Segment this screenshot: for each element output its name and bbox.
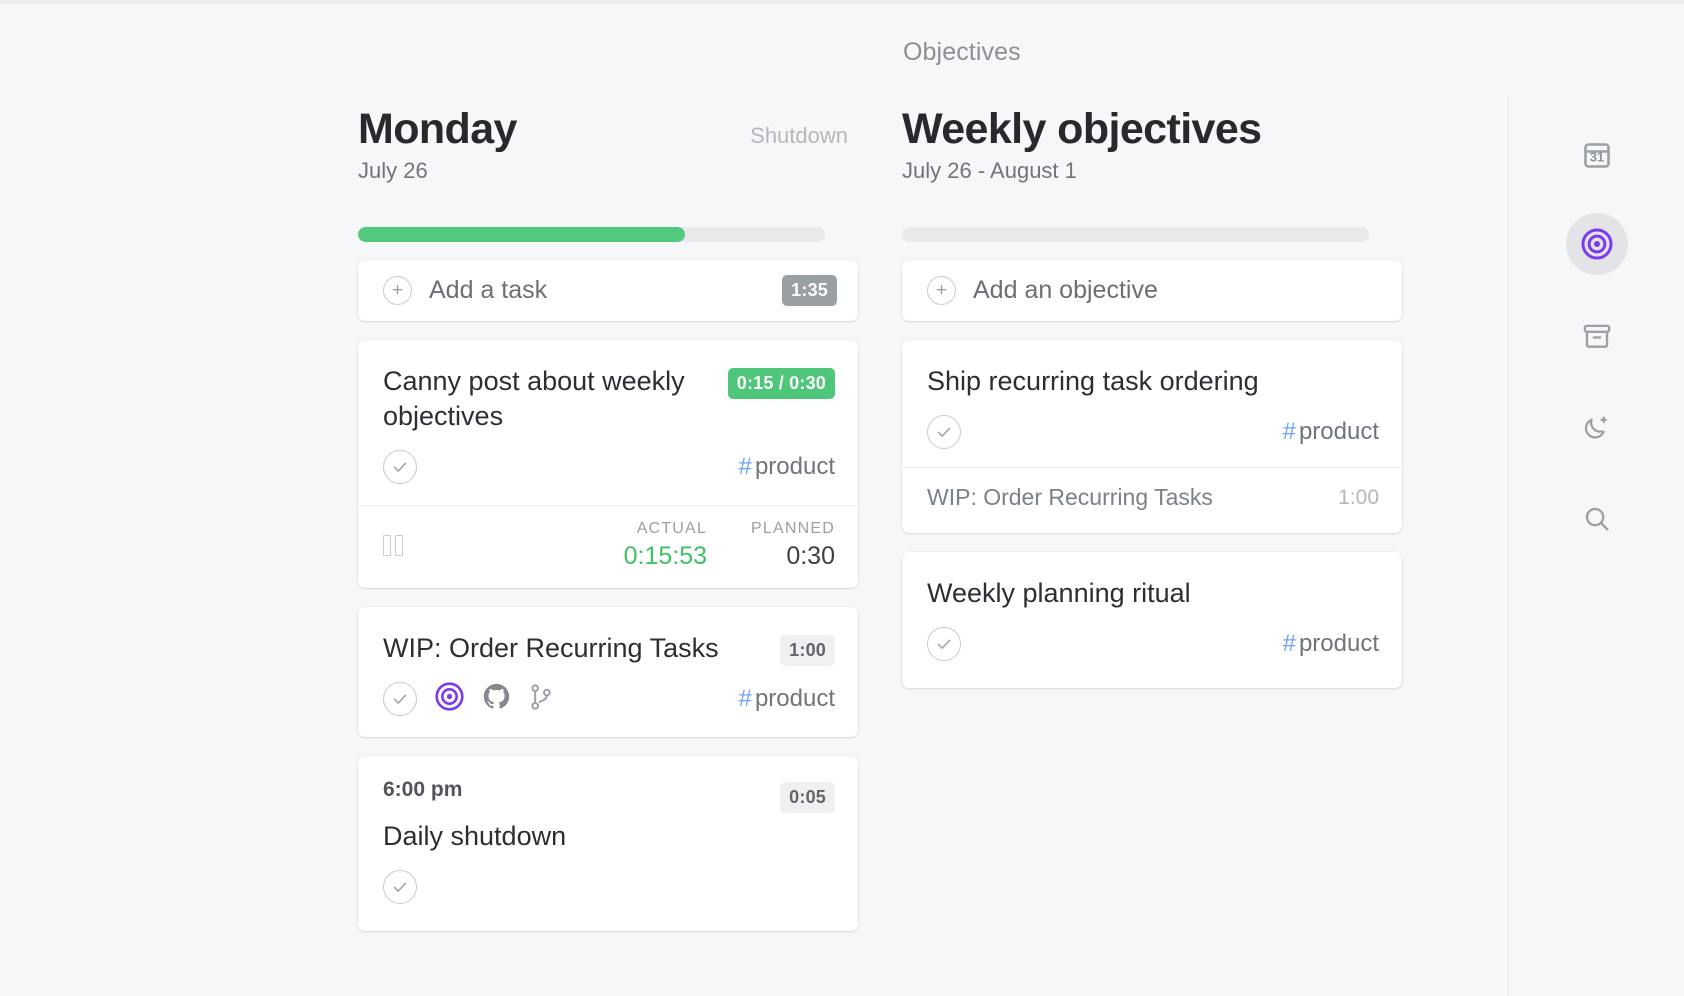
check-circle-icon[interactable] <box>927 415 961 450</box>
task-icon-row <box>383 870 417 905</box>
objective-subtask-time: 1:00 <box>1338 485 1379 509</box>
task-card-body: Canny post about weekly objectives 0:15 … <box>358 340 858 505</box>
hash-icon: # <box>1282 630 1296 658</box>
pause-icon[interactable] <box>383 535 403 557</box>
day-subtitle: July 26 <box>358 158 428 184</box>
task-time-chip: 0:15 / 0:30 <box>727 368 835 399</box>
plus-icon: + <box>383 276 412 305</box>
objective-tag-label: product <box>1298 630 1379 658</box>
objective-meta-row: # product <box>927 626 1379 662</box>
add-task-label: Add a task <box>429 276 548 304</box>
plus-icon: + <box>927 276 956 305</box>
objective-subtask-title: WIP: Order Recurring Tasks <box>927 484 1213 511</box>
objectives-column-body: + Add an objective Ship recurring task o… <box>902 260 1402 707</box>
task-title-row: Canny post about weekly objectives 0:15 … <box>383 364 835 434</box>
objective-tag[interactable]: # product <box>1283 418 1379 446</box>
day-column-body: + Add a task 1:35 Canny post about weekl… <box>358 260 858 950</box>
rail-item-archive[interactable] <box>1566 305 1628 367</box>
task-title: WIP: Order Recurring Tasks <box>383 633 719 664</box>
rail-item-shutdown[interactable] <box>1566 397 1628 459</box>
add-objective-row[interactable]: + Add an objective <box>902 260 1402 321</box>
github-icon[interactable] <box>482 682 511 716</box>
section-label: Objectives <box>903 38 1021 66</box>
task-meta-row: # product <box>383 449 835 485</box>
task-tag[interactable]: # product <box>739 453 835 481</box>
task-icon-row <box>383 681 554 717</box>
task-tag-label: product <box>754 453 835 481</box>
task-card[interactable]: Canny post about weekly objectives 0:15 … <box>358 340 858 589</box>
objective-title: Weekly planning ritual <box>927 578 1191 609</box>
hash-icon: # <box>738 685 752 713</box>
rail-item-calendar[interactable]: 31 <box>1566 124 1628 186</box>
add-objective-label: Add an objective <box>973 276 1158 304</box>
check-circle-icon[interactable] <box>927 627 961 662</box>
objective-card[interactable]: Ship recurring task ordering # product WI… <box>902 340 1402 534</box>
day-progress-fill <box>358 227 685 242</box>
timer-columns: ACTUAL 0:15:53 PLANNED 0:30 <box>624 520 835 571</box>
day-status-label[interactable]: Shutdown <box>750 123 848 149</box>
task-card[interactable]: WIP: Order Recurring Tasks 1:00 # produc… <box>358 607 858 738</box>
check-circle-icon[interactable] <box>383 870 417 905</box>
right-rail: 31 <box>1508 96 1684 996</box>
task-title: Daily shutdown <box>383 821 567 852</box>
task-tag-label: product <box>754 685 835 713</box>
window-top-divider <box>0 0 1684 4</box>
task-prefix-row: 6:00 pm 0:05 <box>383 778 835 814</box>
task-title: Canny post about weekly objectives <box>383 366 685 432</box>
task-card-body: 6:00 pm 0:05 Daily shutdown <box>358 756 858 931</box>
day-total-badge: 1:35 <box>782 275 837 306</box>
task-time-chip: 0:05 <box>780 782 835 814</box>
day-progress-bar <box>358 227 825 242</box>
task-meta-row: # product <box>383 681 835 717</box>
task-icon-row <box>383 450 417 485</box>
rail-item-objectives[interactable] <box>1565 213 1628 275</box>
objectives-subtitle: July 26 - August 1 <box>902 158 1077 184</box>
app-root: Objectives Monday July 26 Shutdown + Add… <box>0 0 1684 996</box>
timer-planned-label: PLANNED <box>751 520 835 538</box>
task-meta-row <box>383 869 835 905</box>
search-icon <box>1585 507 1609 531</box>
target-icon <box>1580 228 1613 260</box>
objective-card-body: Ship recurring task ordering # product WI… <box>902 340 1402 533</box>
add-task-row[interactable]: + Add a task 1:35 <box>358 260 858 321</box>
timer-actual: ACTUAL 0:15:53 <box>624 520 707 571</box>
timer-actual-value: 0:15:53 <box>623 542 708 571</box>
objective-tag-label: product <box>1298 418 1379 446</box>
objective-card-body: Weekly planning ritual # product <box>902 552 1402 688</box>
rail-item-search[interactable] <box>1566 488 1628 550</box>
git-branch-icon[interactable] <box>528 683 554 716</box>
task-time-chip: 1:00 <box>780 635 835 667</box>
check-circle-icon[interactable] <box>383 682 417 717</box>
check-circle-icon[interactable] <box>383 450 417 485</box>
archive-icon <box>1583 324 1610 348</box>
task-card-body: WIP: Order Recurring Tasks 1:00 # produc… <box>358 607 858 737</box>
objectives-title: Weekly objectives <box>902 105 1262 153</box>
objective-title: Ship recurring task ordering <box>927 366 1259 396</box>
task-title-row: WIP: Order Recurring Tasks 1:00 <box>383 631 835 667</box>
target-icon[interactable] <box>434 681 465 717</box>
objective-subtask-row[interactable]: WIP: Order Recurring Tasks 1:00 <box>902 467 1402 513</box>
objectives-progress-bar <box>902 227 1369 242</box>
moon-icon <box>1584 416 1607 439</box>
day-column-header: Monday July 26 Shutdown <box>358 105 858 242</box>
timer-actual-label: ACTUAL <box>636 520 708 538</box>
objective-card[interactable]: Weekly planning ritual # product <box>902 552 1402 689</box>
objective-meta-row: # product <box>927 414 1379 450</box>
hash-icon: # <box>738 453 752 481</box>
hash-icon: # <box>1282 418 1296 446</box>
objective-tag[interactable]: # product <box>1283 630 1379 658</box>
calendar-icon: 31 <box>1583 143 1610 168</box>
timer-planned: PLANNED 0:30 <box>751 520 835 571</box>
objectives-column: Weekly objectives July 26 - August 1 + A… <box>902 105 1402 689</box>
day-column: Monday July 26 Shutdown + Add a task 1:3… <box>358 105 858 932</box>
timer-planned-value: 0:30 <box>786 542 835 571</box>
calendar-day-number: 31 <box>1589 150 1603 165</box>
task-card[interactable]: 6:00 pm 0:05 Daily shutdown <box>358 756 858 932</box>
objectives-column-header: Weekly objectives July 26 - August 1 <box>902 105 1402 242</box>
task-time-prefix: 6:00 pm <box>383 778 463 802</box>
task-tag[interactable]: # product <box>739 685 835 713</box>
task-timer-row: ACTUAL 0:15:53 PLANNED 0:30 <box>358 505 858 588</box>
